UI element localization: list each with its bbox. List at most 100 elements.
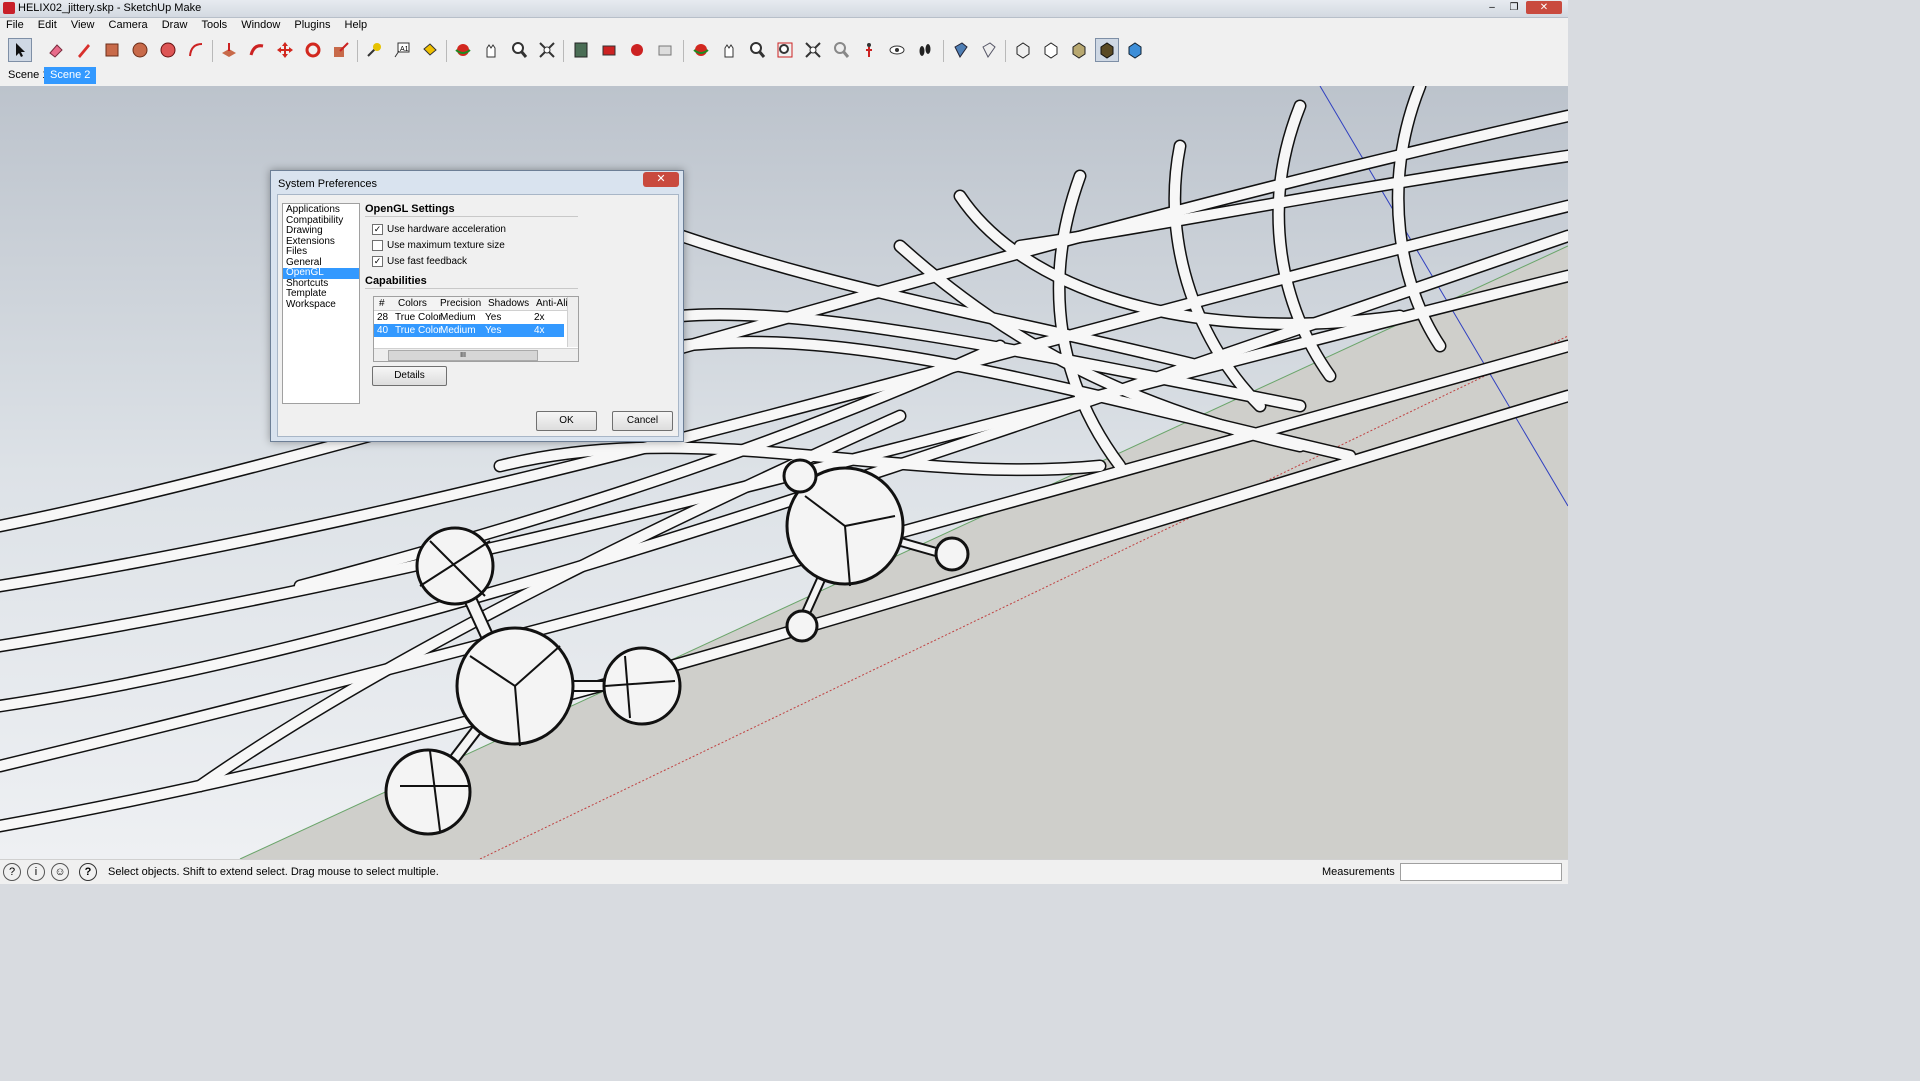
menu-file[interactable]: File [0,18,29,31]
main-toolbar: A1 [0,34,1568,67]
pan-icon[interactable] [479,38,503,62]
window-title: HELIX02_jittery.skp - SketchUp Make [18,2,202,14]
section-plane-icon[interactable] [949,38,973,62]
share-icon[interactable] [625,38,649,62]
col-precision[interactable]: Precision [440,298,481,309]
restore-icon[interactable]: ❐ [1504,1,1524,14]
fast-feedback-checkbox[interactable]: ✓ [372,256,383,267]
extension-icon[interactable] [653,38,677,62]
modeling-viewport[interactable] [0,86,1568,859]
orbit2-icon[interactable] [689,38,713,62]
menu-edit[interactable]: Edit [32,18,62,31]
col-num[interactable]: # [379,298,385,309]
cancel-button[interactable]: Cancel [612,411,673,431]
helix-model-drawing [0,86,1568,859]
ok-button[interactable]: OK [536,411,597,431]
col-antialias[interactable]: Anti-Ali [536,298,568,309]
select-icon[interactable] [8,38,32,62]
table-row[interactable]: 40 True Color Medium Yes 4x [374,324,564,337]
monochrome-icon[interactable] [1123,38,1147,62]
system-preferences-dialog: System Preferences ✕ Applications Compat… [270,170,684,442]
hidden-line-icon[interactable] [1039,38,1063,62]
table-horizontal-scrollbar[interactable]: III [374,348,578,361]
text-icon[interactable]: A1 [390,38,414,62]
menu-draw[interactable]: Draw [156,18,193,31]
eraser-icon[interactable] [44,38,68,62]
fast-feedback-option[interactable]: ✓ Use fast feedback [372,256,467,267]
credits-icon[interactable]: i [27,863,45,881]
tape-measure-icon[interactable] [362,38,386,62]
move-icon[interactable] [273,38,297,62]
previous-view-icon[interactable] [829,38,853,62]
category-workspace[interactable]: Workspace [283,299,359,311]
max-texture-option[interactable]: Use maximum texture size [372,240,505,251]
zoom-window-icon[interactable] [773,38,797,62]
orbit-icon[interactable] [451,38,475,62]
table-vertical-scrollbar[interactable] [567,297,578,347]
rotate-icon[interactable] [301,38,325,62]
help-icon[interactable]: ? [79,863,97,881]
xray-icon[interactable] [1011,38,1035,62]
dialog-close-icon[interactable]: ✕ [643,172,679,187]
shaded-textures-icon[interactable] [1095,38,1119,62]
look-around-icon[interactable] [885,38,909,62]
hardware-acceleration-checkbox[interactable]: ✓ [372,224,383,235]
category-opengl[interactable]: OpenGL [283,267,359,279]
category-files[interactable]: Files [283,246,359,258]
paint-bucket-icon[interactable] [418,38,442,62]
hardware-acceleration-label: Use hardware acceleration [387,224,506,235]
menu-tools[interactable]: Tools [195,18,232,31]
svg-text:A1: A1 [400,46,409,53]
minimize-icon[interactable]: – [1482,1,1502,14]
follow-me-icon[interactable] [245,38,269,62]
push-pull-icon[interactable] [217,38,241,62]
menu-help[interactable]: Help [339,18,373,31]
scroll-thumb[interactable]: III [388,350,538,361]
hardware-acceleration-option[interactable]: ✓ Use hardware acceleration [372,224,506,235]
fast-feedback-label: Use fast feedback [387,256,468,267]
scene-tabs: Scene 1 Scene 2 [0,66,1568,86]
menu-view[interactable]: View [65,18,100,31]
components-icon[interactable] [597,38,621,62]
window-close-icon[interactable]: ✕ [1526,1,1562,14]
pencil-icon[interactable] [72,38,96,62]
max-texture-label: Use maximum texture size [387,240,505,251]
menu-bar: File Edit View Camera Draw Tools Window … [0,18,1568,34]
menu-plugins[interactable]: Plugins [288,18,335,31]
circle-icon[interactable] [128,38,152,62]
menu-camera[interactable]: Camera [103,18,153,31]
warehouse-icon[interactable] [569,38,593,62]
geo-location-icon[interactable]: ? [3,863,21,881]
walk-icon[interactable] [913,38,937,62]
display-section-icon[interactable] [977,38,1001,62]
shaded-icon[interactable] [1067,38,1091,62]
preferences-category-list[interactable]: Applications Compatibility Drawing Exten… [282,203,360,404]
position-camera-icon[interactable] [857,38,881,62]
col-shadows[interactable]: Shadows [488,298,529,309]
details-button[interactable]: Details [372,366,447,386]
arc-icon[interactable] [184,38,208,62]
rectangle-icon[interactable] [100,38,124,62]
scene-tab-2[interactable]: Scene 2 [44,67,97,84]
capabilities-heading: Capabilities [365,275,427,287]
measurements-input[interactable] [1400,863,1562,881]
status-bar: ? i ☺ ? Select objects. Shift to extend … [0,859,1568,884]
zoom-icon[interactable] [507,38,531,62]
polygon-icon[interactable] [156,38,180,62]
capabilities-table[interactable]: # Colors Precision Shadows Anti-Ali 28 T… [373,296,579,362]
zoom2-icon[interactable] [745,38,769,62]
zoom-extents2-icon[interactable] [801,38,825,62]
sketchup-logo-icon [3,2,15,14]
category-applications[interactable]: Applications [283,204,359,216]
dialog-body: Applications Compatibility Drawing Exten… [277,194,679,437]
scale-icon[interactable] [329,38,353,62]
zoom-extents-icon[interactable] [535,38,559,62]
category-drawing[interactable]: Drawing [283,225,359,237]
col-colors[interactable]: Colors [398,298,427,309]
max-texture-checkbox[interactable] [372,240,383,251]
menu-window[interactable]: Window [235,18,285,31]
pan2-icon[interactable] [717,38,741,62]
category-template[interactable]: Template [283,288,359,300]
user-icon[interactable]: ☺ [51,863,69,881]
table-row[interactable]: 28 True Color Medium Yes 2x [374,311,564,324]
